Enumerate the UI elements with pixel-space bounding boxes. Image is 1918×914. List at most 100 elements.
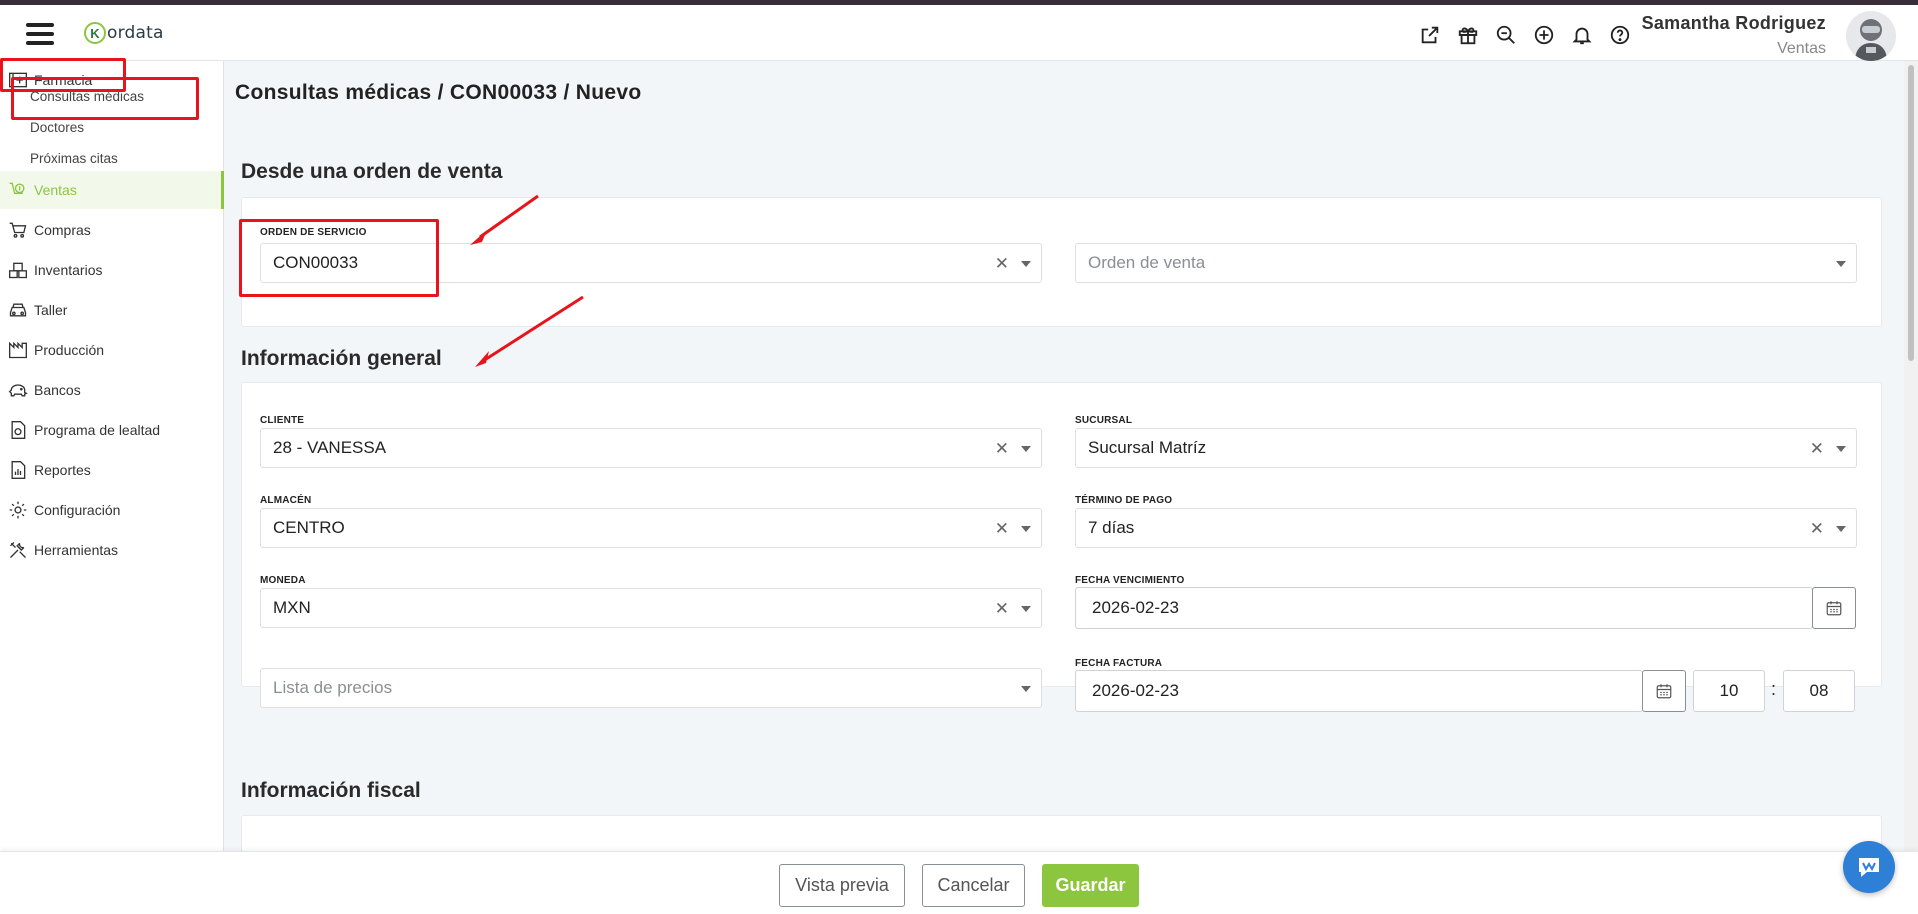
card-desde: ORDEN DE SERVICIO CON00033 ✕ Orden de ve… xyxy=(239,197,1882,327)
cliente-label: CLIENTE xyxy=(260,415,305,426)
sidebar-item-ventas[interactable]: Ventas xyxy=(0,171,224,209)
chevron-down-icon[interactable] xyxy=(1021,446,1031,452)
hour-input[interactable]: 10 xyxy=(1693,670,1765,712)
report-icon xyxy=(7,459,29,481)
section-title-fiscal: Información fiscal xyxy=(241,779,421,802)
sidebar-item-compras[interactable]: Compras xyxy=(0,211,224,249)
almacen-value: CENTRO xyxy=(273,518,345,537)
factory-icon xyxy=(7,339,29,361)
almacen-select[interactable]: CENTRO ✕ xyxy=(260,508,1042,548)
factura-label: FECHA FACTURA xyxy=(1075,658,1163,669)
section-title-desde: Desde una orden de venta xyxy=(241,160,503,183)
lista-precios-select[interactable]: Lista de precios xyxy=(260,668,1042,708)
clear-icon[interactable]: ✕ xyxy=(995,599,1009,619)
search-zoom-icon[interactable] xyxy=(1494,23,1518,47)
moneda-select[interactable]: MXN ✕ xyxy=(260,588,1042,628)
sidebar-item-lealtad[interactable]: Programa de lealtad xyxy=(0,411,224,449)
chevron-down-icon[interactable] xyxy=(1021,606,1031,612)
calendar-button[interactable] xyxy=(1812,587,1856,629)
avatar[interactable] xyxy=(1846,11,1896,61)
highlight-consultas xyxy=(11,77,199,120)
sidebar-item-herramientas[interactable]: Herramientas xyxy=(0,531,224,569)
user-name: Samantha Rodriguez xyxy=(1641,13,1826,33)
sidebar-item-label: Programa de lealtad xyxy=(34,422,161,438)
gift-icon[interactable] xyxy=(1456,23,1480,47)
chevron-down-icon[interactable] xyxy=(1021,686,1031,692)
clear-icon[interactable]: ✕ xyxy=(995,254,1009,274)
sidebar-item-taller[interactable]: Taller xyxy=(0,291,224,329)
scroll-thumb[interactable] xyxy=(1908,65,1914,361)
sidebar-sub-doctores[interactable]: Doctores xyxy=(30,120,84,135)
user-info[interactable]: Samantha Rodriguez Ventas xyxy=(1642,13,1826,58)
calendar-icon xyxy=(1656,684,1672,699)
chat-icon xyxy=(1859,858,1879,877)
clear-icon[interactable]: ✕ xyxy=(995,439,1009,459)
help-icon[interactable] xyxy=(1608,23,1632,47)
termino-select[interactable]: 7 días ✕ xyxy=(1075,508,1857,548)
termino-label: TÉRMINO DE PAGO xyxy=(1075,495,1173,506)
chevron-down-icon[interactable] xyxy=(1836,261,1846,267)
cancel-button[interactable]: Cancelar xyxy=(922,864,1025,907)
vencimiento-input[interactable]: 2026-02-23 xyxy=(1075,587,1813,629)
main-content: Consultas médicas / CON00033 / Nuevo Des… xyxy=(225,61,1885,875)
logo-mark: K xyxy=(84,22,106,44)
calendar-button[interactable] xyxy=(1642,670,1686,712)
sidebar-item-inventarios[interactable]: Inventarios xyxy=(0,251,224,289)
card-general: CLIENTE 28 - VANESSA ✕ SUCURSAL Sucursal… xyxy=(241,382,1882,712)
calendar-icon xyxy=(1826,601,1842,616)
chat-widget-button[interactable] xyxy=(1843,841,1895,893)
sidebar-item-label: Inventarios xyxy=(34,262,103,278)
footer-bar: Vista previa Cancelar Guardar xyxy=(0,851,1918,914)
cliente-select[interactable]: 28 - VANESSA ✕ xyxy=(260,428,1042,468)
sidebar-item-label: Ventas xyxy=(34,182,77,198)
cart-icon xyxy=(7,219,29,241)
chevron-down-icon[interactable] xyxy=(1836,526,1846,532)
user-role: Ventas xyxy=(1777,40,1826,57)
clear-icon[interactable]: ✕ xyxy=(1810,439,1824,459)
app-logo[interactable]: K ordata xyxy=(84,22,164,44)
sidebar-item-reportes[interactable]: Reportes xyxy=(0,451,224,489)
sidebar-sub-citas[interactable]: Próximas citas xyxy=(30,151,118,166)
add-circle-icon[interactable] xyxy=(1532,23,1556,47)
chevron-down-icon[interactable] xyxy=(1836,446,1846,452)
clear-icon[interactable]: ✕ xyxy=(1810,519,1824,539)
hamburger-menu-icon[interactable] xyxy=(26,23,54,45)
lista-precios-placeholder: Lista de precios xyxy=(273,678,393,697)
sucursal-value: Sucursal Matríz xyxy=(1088,438,1207,457)
sidebar-item-label: Producción xyxy=(34,342,105,358)
chevron-down-icon[interactable] xyxy=(1021,261,1031,267)
boxes-icon xyxy=(7,259,29,281)
sidebar-item-label: Reportes xyxy=(34,462,91,478)
chevron-down-icon[interactable] xyxy=(1021,526,1031,532)
logo-text: ordata xyxy=(107,23,164,43)
orden-venta-select[interactable]: Orden de venta xyxy=(1075,243,1857,283)
moneda-value: MXN xyxy=(273,598,311,617)
sidebar-item-produccion[interactable]: Producción xyxy=(0,331,224,369)
clear-icon[interactable]: ✕ xyxy=(995,519,1009,539)
tools-icon xyxy=(7,539,29,561)
gear-icon xyxy=(7,499,29,521)
sales-icon xyxy=(7,179,29,201)
time-separator: : xyxy=(1771,679,1777,699)
save-button[interactable]: Guardar xyxy=(1042,864,1139,907)
loyalty-icon xyxy=(7,419,29,441)
section-title-general: Información general xyxy=(241,347,442,370)
factura-input[interactable]: 2026-02-23 xyxy=(1075,670,1643,712)
sidebar-item-configuracion[interactable]: Configuración xyxy=(0,491,224,529)
external-link-icon[interactable] xyxy=(1418,23,1442,47)
scrollbar[interactable] xyxy=(1904,61,1918,851)
sidebar: Farmacia Consultas médicas Doctores Próx… xyxy=(0,58,224,914)
minute-input[interactable]: 08 xyxy=(1783,670,1855,712)
sucursal-select[interactable]: Sucursal Matríz ✕ xyxy=(1075,428,1857,468)
breadcrumb: Consultas médicas / CON00033 / Nuevo xyxy=(235,81,642,104)
almacen-label: ALMACÉN xyxy=(260,495,312,506)
sucursal-label: SUCURSAL xyxy=(1075,415,1133,426)
bell-icon[interactable] xyxy=(1570,23,1594,47)
preview-button[interactable]: Vista previa xyxy=(779,864,905,907)
car-icon xyxy=(7,299,29,321)
sidebar-item-label: Herramientas xyxy=(34,542,119,558)
sidebar-item-bancos[interactable]: Bancos xyxy=(0,371,224,409)
cliente-value: 28 - VANESSA xyxy=(273,438,387,457)
highlight-orden-servicio xyxy=(239,219,439,297)
orden-venta-placeholder: Orden de venta xyxy=(1088,253,1206,272)
